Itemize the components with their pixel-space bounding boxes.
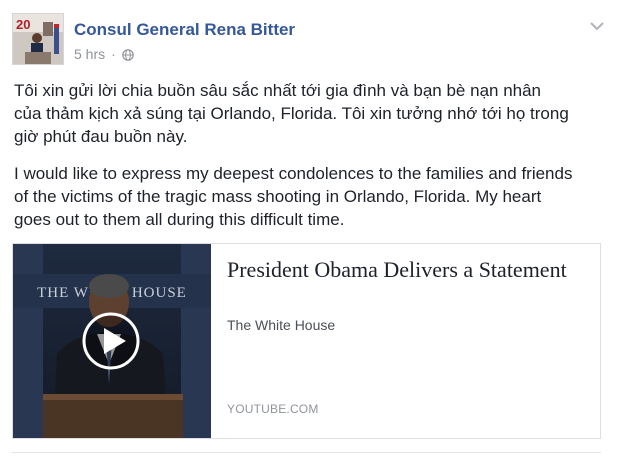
post-text-english: I would like to express my deepest condo…: [14, 164, 573, 229]
globe-icon[interactable]: [121, 48, 134, 61]
meta-separator: ·: [111, 46, 116, 62]
video-thumbnail[interactable]: THE WHITE HOUSE: [13, 244, 211, 438]
play-icon[interactable]: [81, 311, 141, 371]
post-meta: 5 hrs ·: [74, 46, 134, 62]
timestamp-link[interactable]: 5 hrs: [74, 46, 105, 62]
post-divider: [12, 452, 601, 453]
link-preview-card[interactable]: THE WHITE HOUSE President Obama: [12, 243, 601, 439]
facebook-post: 20 Consul General Rena Bitter 5 hrs · Tô…: [0, 0, 617, 457]
chevron-down-icon[interactable]: [589, 19, 605, 31]
avatar-photo: 20: [13, 14, 63, 64]
avatar[interactable]: 20: [12, 13, 64, 65]
author-name-link[interactable]: Consul General Rena Bitter: [74, 20, 295, 40]
link-title[interactable]: President Obama Delivers a Statement: [227, 256, 587, 283]
svg-text:20: 20: [16, 17, 30, 32]
link-domain: YOUTUBE.COM: [227, 402, 319, 416]
link-source: The White House: [227, 317, 336, 333]
post-text-vietnamese: Tôi xin gửi lời chia buồn sâu sắc nhất t…: [14, 81, 569, 146]
